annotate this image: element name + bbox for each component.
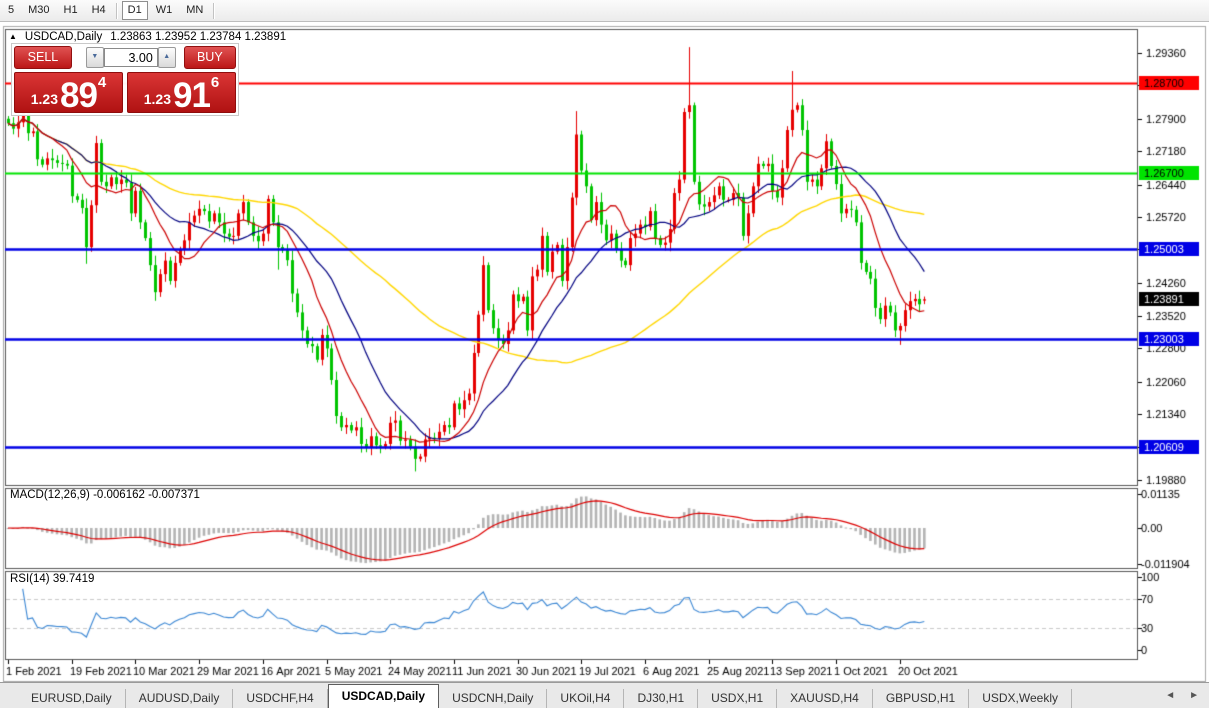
tab-dj30-h1[interactable]: DJ30,H1 bbox=[624, 689, 698, 708]
collapse-panel-icon[interactable]: ▲ bbox=[9, 32, 17, 41]
tab-usdchf-h4[interactable]: USDCHF,H4 bbox=[233, 689, 327, 708]
toolbar-separator bbox=[116, 3, 118, 19]
timeframe-d1-button[interactable]: D1 bbox=[122, 1, 148, 20]
chart-ohlc-values: 1.23863 1.23952 1.23784 1.23891 bbox=[110, 31, 286, 43]
rsi-name: RSI(14) bbox=[10, 573, 50, 585]
rsi-indicator-label: RSI(14) 39.7419 bbox=[10, 573, 94, 585]
bid-price-pip-digit: 4 bbox=[98, 74, 106, 91]
bid-price-big-digits: 89 bbox=[60, 81, 97, 110]
macd-name: MACD(12,26,9) bbox=[10, 489, 90, 501]
macd-values: -0.006162 -0.007371 bbox=[93, 489, 200, 501]
tab-ukoil-h4[interactable]: UKOil,H4 bbox=[547, 689, 624, 708]
timeframe-h1-button[interactable]: H1 bbox=[58, 1, 84, 20]
volume-decrease-button[interactable]: ▼ bbox=[86, 47, 104, 68]
macd-indicator-label: MACD(12,26,9) -0.006162 -0.007371 bbox=[10, 489, 200, 501]
volume-input[interactable] bbox=[104, 48, 158, 67]
timeframe-w1-button[interactable]: W1 bbox=[150, 1, 179, 20]
tab-usdcad-daily[interactable]: USDCAD,Daily bbox=[328, 684, 439, 708]
trading-platform-window: 5 M30 H1 H4 D1 W1 MN ▲ USDCAD,Daily 1.23… bbox=[0, 0, 1209, 708]
toolbar-separator bbox=[213, 3, 215, 19]
volume-increase-button[interactable]: ▲ bbox=[158, 47, 176, 68]
ask-price-box[interactable]: 1.23 91 6 bbox=[127, 72, 236, 113]
tab-scroll-right-icon[interactable]: ► bbox=[1189, 690, 1199, 701]
buy-button[interactable]: BUY bbox=[184, 46, 236, 69]
timeframe-m30-button[interactable]: M30 bbox=[22, 1, 55, 20]
tab-scroll-left-icon[interactable]: ◄ bbox=[1165, 690, 1175, 701]
spin-up-icon: ▲ bbox=[163, 53, 170, 60]
tab-usdx-weekly[interactable]: USDX,Weekly bbox=[969, 689, 1072, 708]
bid-price-prefix: 1.23 bbox=[31, 91, 58, 107]
tab-usdcnh-daily[interactable]: USDCNH,Daily bbox=[439, 689, 547, 708]
tab-xauusd-h4[interactable]: XAUUSD,H4 bbox=[777, 689, 873, 708]
quote-prices-row: 1.23 89 4 1.23 91 6 bbox=[14, 72, 236, 113]
timeframe-toolbar: 5 M30 H1 H4 D1 W1 MN bbox=[0, 0, 1209, 22]
tab-scroll-controls: ◄ ► bbox=[1165, 690, 1199, 701]
chart-symbol-label: USDCAD,Daily bbox=[25, 31, 102, 43]
tab-eurusd-daily[interactable]: EURUSD,Daily bbox=[18, 689, 126, 708]
tab-gbpusd-h1[interactable]: GBPUSD,H1 bbox=[873, 689, 969, 708]
timeframe-h4-button[interactable]: H4 bbox=[86, 1, 112, 20]
rsi-value: 39.7419 bbox=[53, 573, 95, 585]
timeframe-m5-button[interactable]: 5 bbox=[2, 1, 20, 20]
ask-price-pip-digit: 6 bbox=[211, 74, 219, 91]
tab-usdx-h1[interactable]: USDX,H1 bbox=[698, 689, 777, 708]
bid-price-box[interactable]: 1.23 89 4 bbox=[14, 72, 123, 113]
ask-price-big-digits: 91 bbox=[173, 81, 210, 110]
timeframe-mn-button[interactable]: MN bbox=[180, 1, 209, 20]
ask-price-prefix: 1.23 bbox=[144, 91, 171, 107]
trade-controls-row: SELL ▼ ▲ BUY bbox=[14, 46, 236, 69]
one-click-trading-panel: SELL ▼ ▲ BUY 1.23 89 4 1.23 91 6 bbox=[11, 43, 239, 116]
chart-header: ▲ USDCAD,Daily 1.23863 1.23952 1.23784 1… bbox=[9, 31, 286, 43]
symbol-tabbar: EURUSD,Daily AUDUSD,Daily USDCHF,H4 USDC… bbox=[0, 682, 1209, 708]
sell-button[interactable]: SELL bbox=[14, 46, 72, 69]
spin-down-icon: ▼ bbox=[91, 53, 98, 60]
tab-audusd-daily[interactable]: AUDUSD,Daily bbox=[126, 689, 234, 708]
